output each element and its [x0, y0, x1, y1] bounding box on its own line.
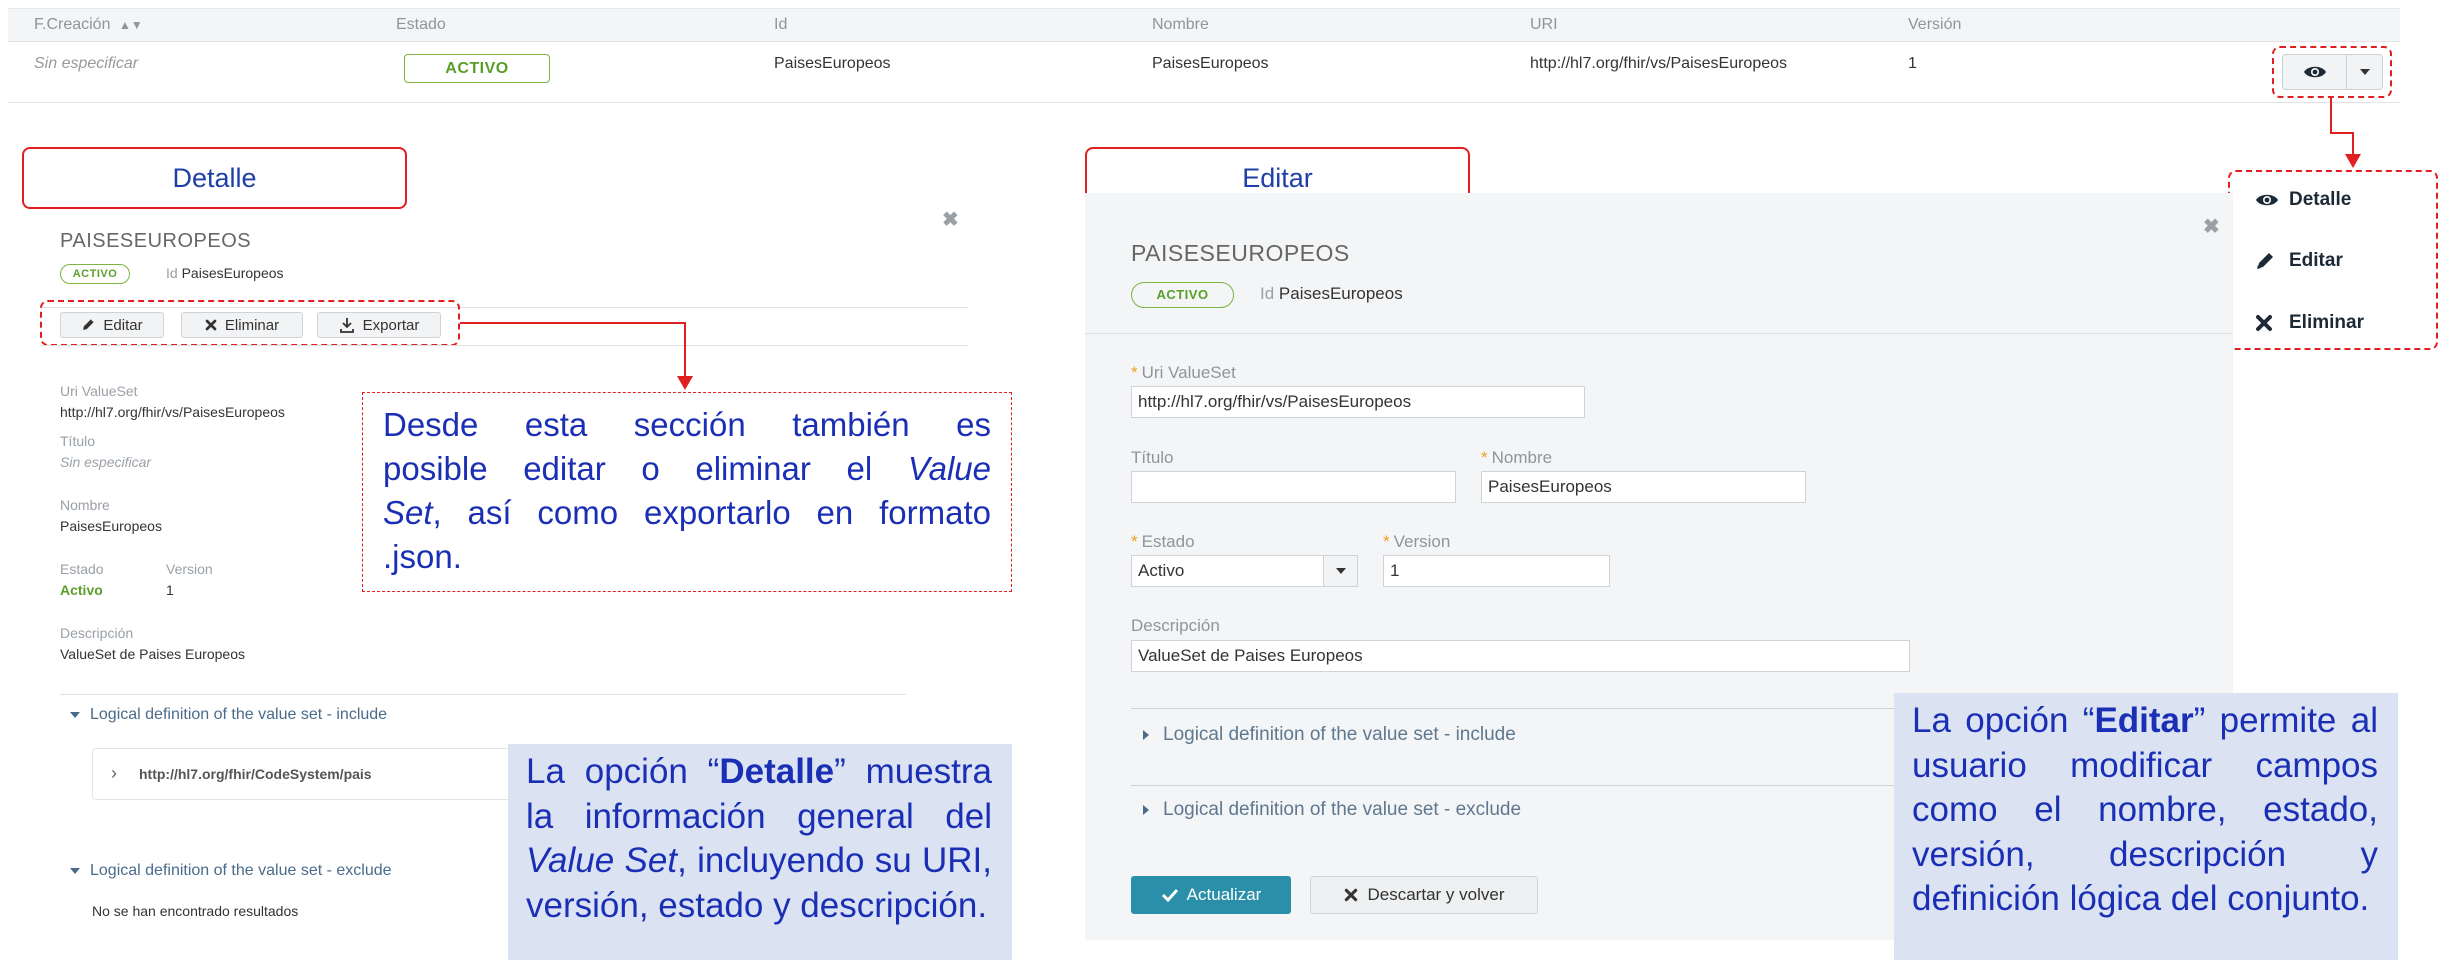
- menu-item-detalle[interactable]: Detalle: [2255, 185, 2425, 215]
- include-item[interactable]: › http://hl7.org/fhir/CodeSystem/pais: [92, 748, 522, 800]
- caret-right-icon: [1143, 730, 1149, 740]
- cell-fecha: Sin especificar: [34, 55, 139, 72]
- version-label: * Version: [1383, 532, 1451, 551]
- callout-section: Desde esta sección también es posible ed…: [362, 392, 1012, 592]
- arrow-head: [2345, 154, 2361, 168]
- detail-title: PAISESEUROPEOS: [60, 230, 252, 252]
- cell-version: 1: [1908, 55, 1917, 72]
- column-header-fecha[interactable]: F.Creación ▲▼: [34, 16, 143, 34]
- table-header: F.Creación ▲▼ Estado Id Nombre URI Versi…: [8, 8, 2400, 42]
- cell-uri: http://hl7.org/fhir/vs/PaisesEuropeos: [1530, 55, 1788, 72]
- table-row: Sin especificar ACTIVO PaisesEuropeos Pa…: [8, 42, 2400, 103]
- divider: [60, 694, 906, 695]
- caret-right-icon: [1143, 805, 1149, 815]
- version-label: Version: [166, 561, 213, 577]
- estado-label: Estado: [60, 561, 104, 577]
- connector-line: [2330, 132, 2354, 134]
- column-header-nombre: Nombre: [1152, 16, 1209, 33]
- descripcion-label: Descripción: [1131, 616, 1220, 635]
- actualizar-button[interactable]: Actualizar: [1131, 876, 1291, 914]
- exclude-empty-message: No se han encontrado resultados: [92, 903, 299, 919]
- estado-label: * Estado: [1131, 532, 1195, 551]
- caret-down-icon: [70, 712, 80, 718]
- descripcion-input[interactable]: ValueSet de Paises Europeos: [1131, 640, 1910, 672]
- chevron-right-icon: ›: [111, 763, 117, 783]
- cell-nombre: PaisesEuropeos: [1152, 55, 1269, 72]
- status-badge: ACTIVO: [404, 54, 550, 83]
- caret-down-icon: [1323, 556, 1357, 586]
- detail-id: Id PaisesEuropeos: [166, 265, 284, 281]
- version-value: 1: [166, 582, 174, 598]
- column-header-id: Id: [774, 16, 788, 33]
- sort-icon[interactable]: ▲▼: [119, 18, 143, 32]
- exclude-section-toggle[interactable]: Logical definition of the value set - ex…: [1143, 799, 1521, 821]
- column-header-uri: URI: [1530, 16, 1558, 33]
- callout-detalle: La opción “Detalle” muestra la informaci…: [508, 744, 1012, 960]
- check-icon: [1161, 888, 1178, 902]
- close-icon: [2256, 315, 2272, 331]
- uri-value: http://hl7.org/fhir/vs/PaisesEuropeos: [60, 404, 285, 420]
- menu-item-eliminar[interactable]: Eliminar: [2255, 308, 2425, 338]
- close-icon[interactable]: ✖: [942, 207, 959, 232]
- titulo-label: Título: [1131, 448, 1174, 467]
- eye-icon: [2256, 194, 2278, 206]
- nombre-label: * Nombre: [1481, 448, 1553, 467]
- connector-line: [460, 322, 686, 324]
- titulo-label: Título: [60, 433, 96, 449]
- descripcion-label: Descripción: [60, 625, 134, 641]
- nombre-value: PaisesEuropeos: [60, 518, 162, 534]
- highlight-actions: [2272, 46, 2392, 98]
- close-icon[interactable]: ✖: [2203, 214, 2220, 239]
- callout-editar: La opción “Editar” permite al usuario mo…: [1894, 693, 2398, 960]
- status-badge: ACTIVO: [60, 264, 130, 284]
- estado-value: Activo: [60, 582, 103, 598]
- pencil-icon: [2257, 253, 2273, 269]
- version-input[interactable]: 1: [1383, 555, 1610, 587]
- connector-line: [684, 322, 686, 376]
- divider: [1085, 333, 2233, 334]
- titulo-input[interactable]: [1131, 471, 1456, 503]
- column-header-version: Versión: [1908, 16, 1962, 33]
- cell-id: PaisesEuropeos: [774, 55, 891, 72]
- uri-label: Uri ValueSet: [60, 383, 138, 399]
- close-icon: [1344, 888, 1357, 902]
- exclude-section-toggle[interactable]: Logical definition of the value set - ex…: [70, 862, 392, 880]
- status-badge: ACTIVO: [1131, 282, 1234, 308]
- include-section-toggle[interactable]: Logical definition of the value set - in…: [1143, 724, 1516, 746]
- arrow-head: [677, 376, 693, 390]
- column-header-estado: Estado: [396, 16, 446, 33]
- uri-input[interactable]: http://hl7.org/fhir/vs/PaisesEuropeos: [1131, 386, 1585, 418]
- descripcion-value: ValueSet de Paises Europeos: [60, 646, 245, 662]
- connector-line: [2330, 98, 2332, 134]
- include-section-toggle[interactable]: Logical definition of the value set - in…: [70, 706, 387, 724]
- uri-label: * Uri ValueSet: [1131, 363, 1236, 382]
- divider: [40, 345, 968, 346]
- titulo-value: Sin especificar: [60, 454, 152, 470]
- nombre-label: Nombre: [60, 497, 110, 513]
- caret-down-icon: [70, 868, 80, 874]
- edit-title: PAISESEUROPEOS: [1131, 240, 1350, 266]
- descartar-button[interactable]: Descartar y volver: [1310, 876, 1538, 914]
- estado-select[interactable]: Activo: [1131, 555, 1358, 587]
- connector-line: [2352, 132, 2354, 154]
- nombre-input[interactable]: PaisesEuropeos: [1481, 471, 1806, 503]
- highlight-toolbar: [40, 300, 460, 346]
- label-detalle: Detalle: [22, 147, 407, 209]
- edit-id: Id PaisesEuropeos: [1260, 284, 1403, 303]
- menu-item-editar[interactable]: Editar: [2255, 246, 2425, 276]
